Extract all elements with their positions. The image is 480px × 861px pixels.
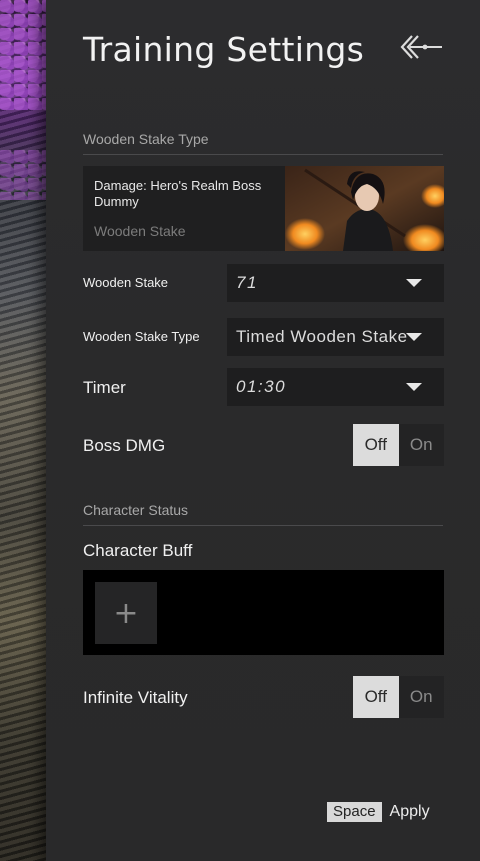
- add-buff-button[interactable]: +: [95, 582, 157, 644]
- plus-icon: +: [113, 595, 139, 631]
- section-label-stake-type: Wooden Stake Type: [83, 131, 209, 147]
- stake-character-art: [285, 166, 444, 251]
- training-settings-panel: Training Settings Wooden Stake Type Dama…: [46, 0, 480, 861]
- section-label-character-status: Character Status: [83, 502, 189, 518]
- wooden-stake-label: Wooden Stake: [83, 275, 169, 290]
- back-button[interactable]: [398, 32, 444, 62]
- infinite-vitality-label: Infinite Vitality: [83, 688, 188, 707]
- infinite-vitality-toggle[interactable]: Off On: [353, 676, 444, 718]
- chevron-down-icon: [406, 383, 422, 391]
- wooden-stake-card[interactable]: Damage: Hero's Realm Boss Dummy Wooden S…: [83, 166, 444, 251]
- character-buff-slots: +: [83, 570, 444, 655]
- boss-dmg-off-option[interactable]: Off: [353, 424, 399, 466]
- boss-dmg-toggle[interactable]: Off On: [353, 424, 444, 466]
- apply-control[interactable]: Space Apply: [327, 802, 430, 822]
- wooden-stake-type-dropdown[interactable]: Timed Wooden Stake: [227, 318, 444, 356]
- boss-dmg-on-option[interactable]: On: [399, 424, 445, 466]
- infinite-vitality-on-option[interactable]: On: [399, 676, 445, 718]
- section-divider: [83, 525, 443, 526]
- apply-button[interactable]: Apply: [390, 803, 430, 821]
- scene-flowers-mid: [0, 150, 46, 200]
- character-buff-label: Character Buff: [83, 541, 193, 560]
- section-divider: [83, 154, 443, 155]
- chevron-down-icon: [406, 333, 422, 341]
- stake-name: Wooden Stake: [94, 223, 186, 239]
- timer-value: 01:30: [236, 377, 287, 396]
- chevron-down-icon: [406, 279, 422, 287]
- back-arrow-icon: [400, 35, 442, 59]
- stake-damage-text: Damage: Hero's Realm Boss Dummy: [94, 178, 262, 209]
- scene-flowers-top: [0, 0, 46, 110]
- timer-label: Timer: [83, 378, 126, 397]
- wooden-stake-value: 71: [236, 273, 258, 292]
- character-portrait-image: [285, 166, 444, 251]
- space-key-badge: Space: [327, 802, 382, 822]
- infinite-vitality-off-option[interactable]: Off: [353, 676, 399, 718]
- timer-dropdown[interactable]: 01:30: [227, 368, 444, 406]
- page-title: Training Settings: [83, 30, 365, 69]
- wooden-stake-type-value: Timed Wooden Stake: [236, 327, 408, 346]
- boss-dmg-label: Boss DMG: [83, 436, 166, 455]
- background-scene: [0, 0, 46, 861]
- wooden-stake-type-label: Wooden Stake Type: [83, 329, 200, 344]
- wooden-stake-dropdown[interactable]: 71: [227, 264, 444, 302]
